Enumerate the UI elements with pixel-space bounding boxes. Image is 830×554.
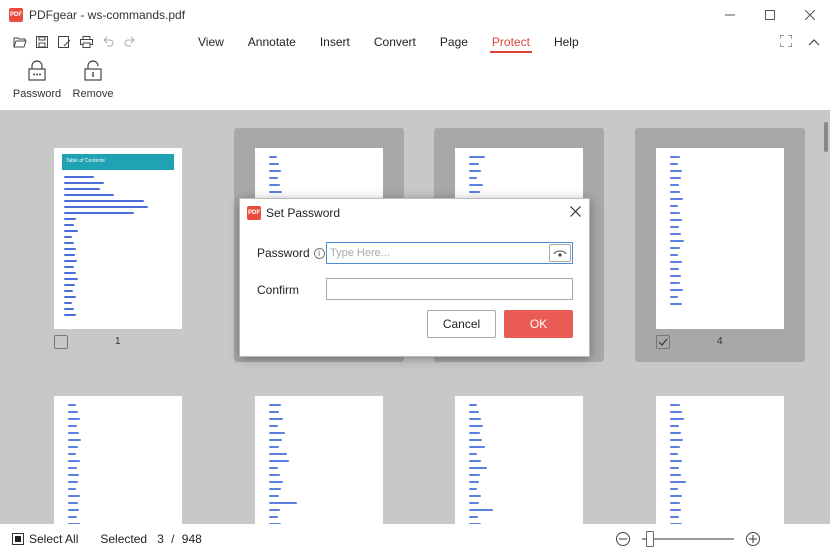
select-all-label: Select All <box>29 532 79 546</box>
vertical-scrollbar[interactable] <box>824 122 828 152</box>
maximize-button[interactable] <box>750 0 790 30</box>
menu-annotate[interactable]: Annotate <box>236 30 308 54</box>
confirm-row: Confirm <box>257 283 327 297</box>
dialog-title: Set Password <box>266 206 341 220</box>
total-pages-value: 948 <box>181 532 202 546</box>
open-button[interactable] <box>9 32 31 52</box>
confirm-password-input[interactable] <box>327 279 572 299</box>
print-button[interactable] <box>75 32 97 52</box>
page-thumbnail[interactable] <box>54 396 182 524</box>
dialog-header: PDF Set Password <box>240 199 589 227</box>
save-icon <box>36 36 48 48</box>
select-all-toggle[interactable]: Select All <box>12 532 78 546</box>
toc-lines <box>64 176 148 320</box>
undo-icon <box>103 36 114 47</box>
unlock-icon <box>84 60 102 81</box>
minimize-button[interactable] <box>710 0 750 30</box>
password-input[interactable] <box>327 243 549 263</box>
ok-button[interactable]: OK <box>504 310 573 338</box>
selected-count: 3 / 948 <box>157 532 202 546</box>
info-icon[interactable]: i <box>313 247 325 259</box>
page-thumbnail[interactable] <box>455 396 583 524</box>
plus-icon <box>749 535 757 543</box>
main-menu: View Annotate Insert Convert Page Protec… <box>186 30 591 54</box>
menu-insert[interactable]: Insert <box>308 30 362 54</box>
confirm-label: Confirm <box>257 283 300 297</box>
save-button[interactable] <box>31 32 53 52</box>
password-label: Password <box>257 246 310 260</box>
fullscreen-button[interactable] <box>779 34 793 50</box>
confirm-field-wrapper <box>326 278 573 300</box>
zoom-out-button[interactable] <box>616 532 630 546</box>
quick-access-toolbar <box>9 32 141 52</box>
lock-icon <box>28 60 46 81</box>
close-icon <box>570 206 581 217</box>
close-icon <box>805 10 815 20</box>
menu-page[interactable]: Page <box>428 30 480 54</box>
zoom-slider-thumb[interactable] <box>646 531 654 547</box>
show-password-button[interactable] <box>549 244 571 262</box>
folder-open-icon <box>13 37 27 48</box>
window-controls <box>710 0 830 30</box>
selected-count-value: 3 <box>157 532 164 546</box>
window-title: PDFgear - ws-commands.pdf <box>29 8 186 22</box>
page-thumbnail[interactable] <box>656 148 784 329</box>
set-password-dialog: PDF Set Password Password i Confirm Canc… <box>239 198 590 357</box>
minus-icon <box>619 538 627 540</box>
select-all-checkbox[interactable] <box>12 533 24 545</box>
save-as-button[interactable] <box>53 32 75 52</box>
print-icon <box>79 36 93 48</box>
close-window-button[interactable] <box>790 0 830 30</box>
protect-ribbon: Password Remove <box>0 56 830 110</box>
collapse-ribbon-button[interactable] <box>808 35 820 49</box>
page-number: 4 <box>717 336 723 347</box>
password-field-wrapper <box>326 242 573 264</box>
zoom-control <box>616 524 760 554</box>
menu-view[interactable]: View <box>186 30 236 54</box>
remove-password-button[interactable]: Remove <box>70 56 116 110</box>
page-thumbnail[interactable] <box>656 396 784 524</box>
cancel-button[interactable]: Cancel <box>427 310 496 338</box>
page-thumbnail[interactable] <box>255 396 383 524</box>
page-checkbox[interactable] <box>54 335 68 349</box>
fullscreen-icon <box>779 34 793 47</box>
title-bar: PDF PDFgear - ws-commands.pdf <box>0 0 830 30</box>
eye-icon <box>553 249 567 257</box>
menu-right-tools <box>779 30 820 54</box>
page-tile[interactable]: 4 <box>635 128 805 362</box>
save-as-icon <box>57 36 70 48</box>
count-separator: / <box>171 532 175 546</box>
page-tile[interactable]: Table of Contents 1 <box>35 128 205 362</box>
password-tool-label: Password <box>12 88 62 100</box>
undo-button[interactable] <box>97 32 119 52</box>
page-checkbox-checked[interactable] <box>656 335 670 349</box>
checkmark-icon <box>658 338 668 346</box>
status-bar: Select All Selected 3 / 948 <box>0 524 830 554</box>
toc-heading: Table of Contents <box>62 154 174 170</box>
menu-help[interactable]: Help <box>542 30 591 54</box>
chevron-up-icon <box>808 39 820 46</box>
app-logo-icon: PDF <box>9 8 23 22</box>
dialog-close-button[interactable] <box>570 204 581 222</box>
password-tool-button[interactable]: Password <box>12 56 62 110</box>
remove-password-label: Remove <box>72 88 114 100</box>
zoom-in-button[interactable] <box>746 532 760 546</box>
page-number: 1 <box>115 336 121 347</box>
menu-protect[interactable]: Protect <box>480 30 542 54</box>
zoom-slider[interactable] <box>642 531 734 547</box>
redo-button[interactable] <box>119 32 141 52</box>
maximize-icon <box>765 10 775 20</box>
menu-convert[interactable]: Convert <box>362 30 428 54</box>
dialog-logo-icon: PDF <box>247 206 261 220</box>
redo-icon <box>124 36 135 47</box>
password-row: Password i <box>257 246 327 260</box>
selected-label: Selected <box>100 532 148 546</box>
page-thumbnail[interactable]: Table of Contents <box>54 148 182 329</box>
minimize-icon <box>725 14 735 16</box>
menu-bar: View Annotate Insert Convert Page Protec… <box>0 30 830 54</box>
